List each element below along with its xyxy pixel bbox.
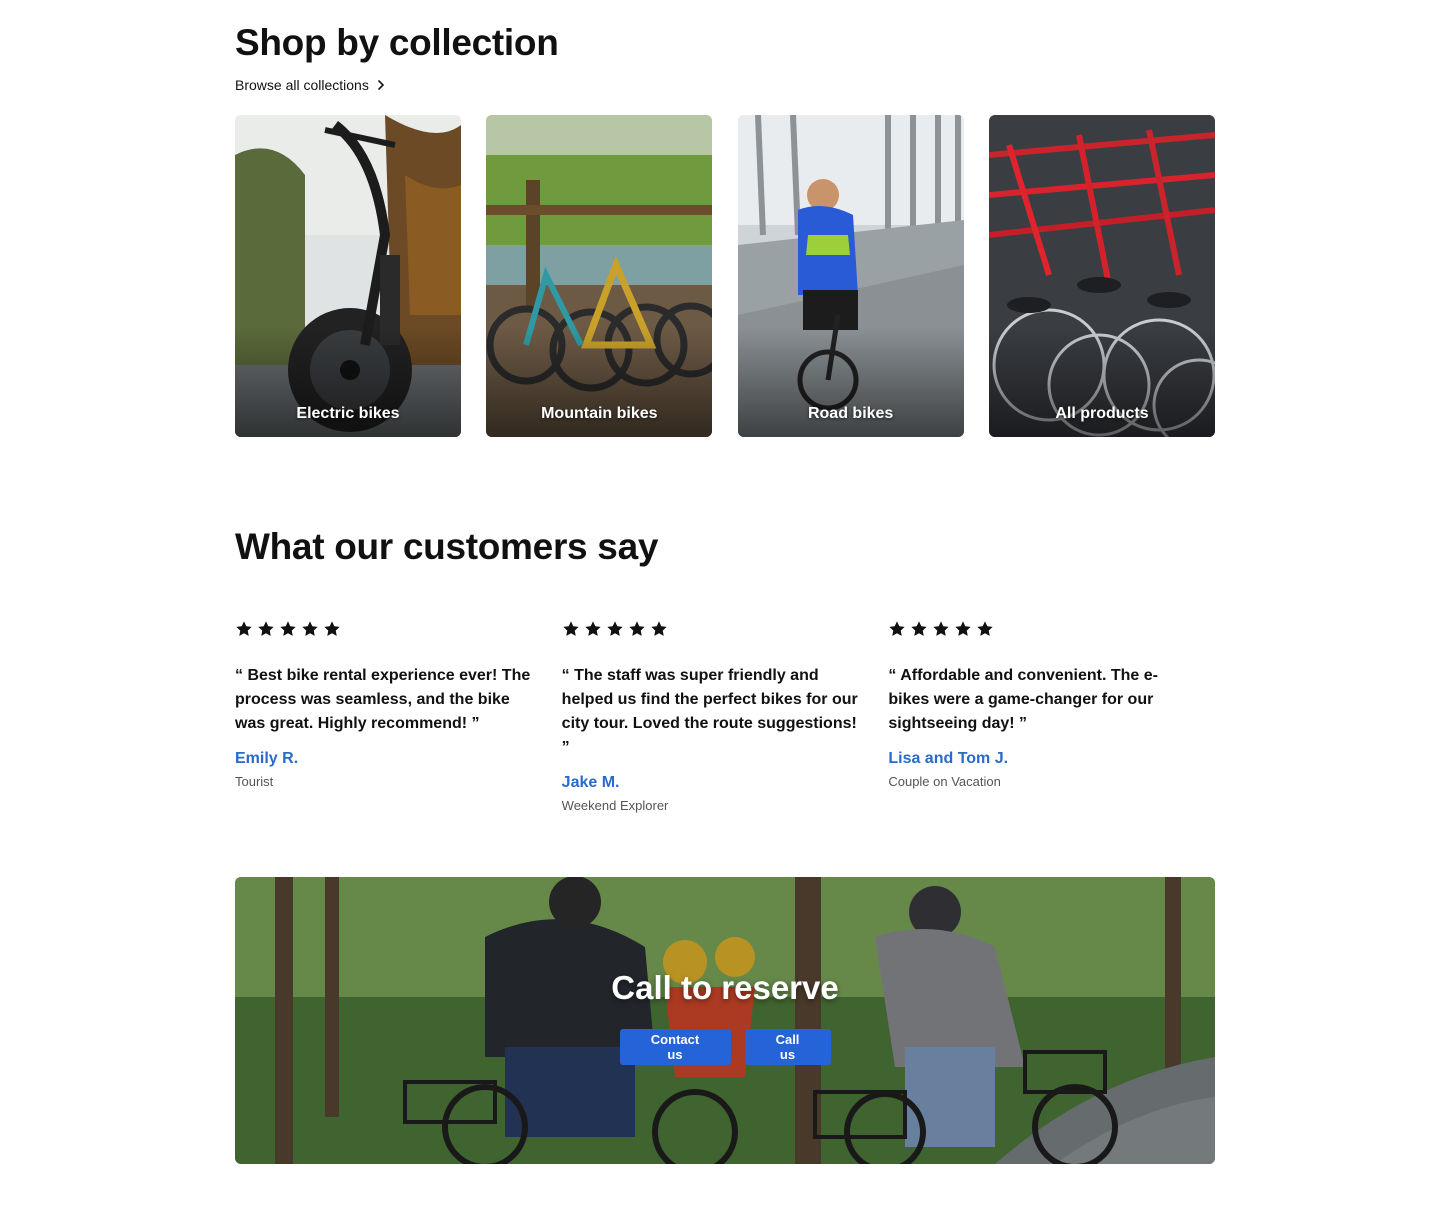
banner-actions: Contact us Call us	[235, 1029, 1215, 1065]
testimonial-role: Weekend Explorer	[561, 798, 669, 813]
testimonial-role: Couple on Vacation	[888, 774, 1001, 789]
star-icon	[933, 621, 949, 636]
collection-card-road-bikes[interactable]: Road bikes	[737, 115, 964, 437]
browse-all-collections-label: Browse all collections	[235, 77, 369, 93]
contact-us-button[interactable]: Contact us	[619, 1029, 731, 1065]
testimonial-card: “ Affordable and convenient. The e-bikes…	[888, 620, 1215, 813]
star-icon	[258, 621, 274, 636]
star-icon	[236, 621, 252, 636]
testimonial-list: “ Best bike rental experience ever! The …	[235, 620, 1215, 813]
chevron-right-icon	[378, 80, 384, 90]
star-icon	[889, 621, 905, 636]
star-icon	[955, 621, 971, 636]
call-to-reserve-banner: Call to reserve Contact us Call us	[235, 877, 1215, 1164]
testimonial-quote: “ Affordable and convenient. The e-bikes…	[888, 667, 1158, 732]
collection-card-label: Road bikes	[807, 405, 894, 422]
testimonial-author: Lisa and Tom J.	[888, 750, 1009, 767]
star-icon	[324, 621, 340, 636]
star-icon	[280, 621, 296, 636]
star-rating	[235, 620, 562, 642]
star-icon	[585, 621, 601, 636]
star-rating	[562, 620, 889, 642]
browse-all-collections-link[interactable]: Browse all collections	[235, 77, 387, 93]
testimonial-quote: “ The staff was super friendly and helpe…	[561, 667, 858, 756]
star-icon	[629, 621, 645, 636]
star-icon	[563, 621, 579, 636]
star-icon	[302, 621, 318, 636]
testimonials-section-heading: What our customers say	[235, 526, 1215, 568]
collection-card-label: Mountain bikes	[541, 405, 658, 422]
collection-card-all-products[interactable]: All products	[988, 115, 1215, 437]
testimonial-author: Jake M.	[561, 774, 620, 791]
star-icon	[911, 621, 927, 636]
testimonial-card: “ Best bike rental experience ever! The …	[235, 620, 562, 813]
star-rating	[888, 620, 1215, 642]
testimonial-quote: “ Best bike rental experience ever! The …	[235, 667, 531, 732]
collection-card-label: All products	[1055, 405, 1149, 422]
testimonial-role: Tourist	[235, 774, 274, 789]
call-us-button[interactable]: Call us	[744, 1029, 831, 1065]
testimonial-card: “ The staff was super friendly and helpe…	[562, 620, 889, 813]
collection-card-mountain-bikes[interactable]: Mountain bikes	[486, 115, 713, 437]
collections-section-heading: Shop by collection	[235, 22, 1215, 64]
banner-title: Call to reserve	[611, 969, 839, 1006]
banner-overlay	[235, 877, 1215, 1164]
testimonial-author: Emily R.	[235, 750, 299, 767]
testimonials-title: What our customers say	[235, 526, 659, 567]
collection-cards: Electric bikes Mountain bikes Road bikes…	[235, 115, 1215, 437]
star-icon	[977, 621, 993, 636]
collection-card-electric-bikes[interactable]: Electric bikes	[235, 115, 461, 437]
star-icon	[607, 621, 623, 636]
star-icon	[651, 621, 667, 636]
collection-card-label: Electric bikes	[296, 405, 400, 422]
collections-title: Shop by collection	[235, 22, 559, 63]
